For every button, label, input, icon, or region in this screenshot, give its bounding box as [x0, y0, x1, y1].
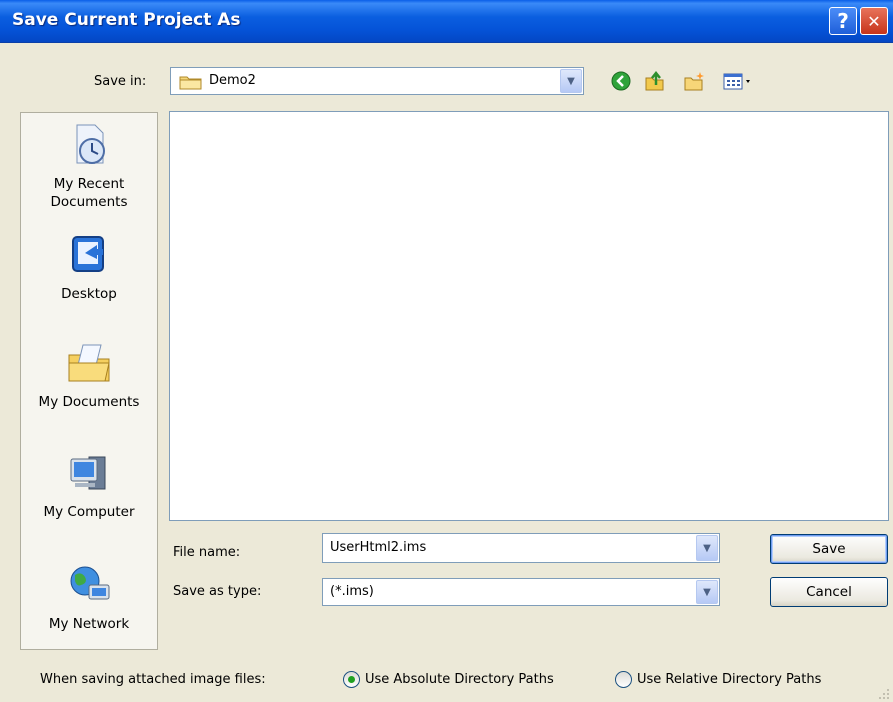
places-bar: My Recent Documents Desktop My Documents	[20, 112, 158, 650]
save-in-label: Save in:	[94, 74, 147, 89]
cancel-button-label: Cancel	[806, 584, 852, 600]
new-folder-icon[interactable]	[683, 70, 705, 92]
place-label: My Recent	[53, 176, 125, 192]
image-paths-label: When saving attached image files:	[40, 672, 266, 687]
my-network-icon	[70, 566, 110, 600]
up-folder-icon[interactable]	[644, 70, 666, 92]
window-title: Save Current Project As	[12, 10, 241, 30]
save-in-dropdown[interactable]: Demo2 ▼	[170, 67, 584, 95]
place-my-computer[interactable]: My Computer	[21, 449, 157, 521]
close-button[interactable]: ✕	[860, 7, 888, 35]
radio-selected-dot	[348, 676, 355, 683]
resize-grip-icon[interactable]	[878, 688, 890, 700]
save-in-value: Demo2	[209, 73, 256, 88]
save-button[interactable]: Save	[770, 534, 888, 564]
file-list[interactable]	[169, 111, 889, 521]
file-name-input[interactable]: UserHtml2.ims ▼	[322, 533, 720, 563]
my-computer-icon	[70, 456, 106, 490]
recent-documents-icon	[76, 124, 105, 164]
place-desktop[interactable]: Desktop	[21, 231, 157, 303]
place-my-recent-documents[interactable]: My Recent Documents	[21, 121, 157, 211]
save-as-type-dropdown-button[interactable]: ▼	[696, 580, 718, 604]
chevron-down-icon: ▼	[703, 542, 711, 554]
chevron-down-icon: ▼	[703, 586, 711, 598]
view-menu-icon[interactable]	[722, 70, 756, 92]
place-label: My Computer	[43, 504, 135, 520]
absolute-paths-label[interactable]: Use Absolute Directory Paths	[365, 672, 554, 687]
my-documents-icon	[68, 344, 110, 382]
help-button[interactable]: ?	[829, 7, 857, 35]
place-label: Desktop	[61, 286, 117, 302]
save-as-type-value: (*.ims)	[330, 584, 374, 599]
back-icon[interactable]	[610, 70, 632, 92]
relative-paths-radio[interactable]	[615, 671, 632, 688]
save-project-dialog: Save Current Project As ? ✕ Save in: Dem…	[0, 0, 893, 702]
place-label: My Documents	[38, 394, 140, 410]
close-icon: ✕	[867, 11, 881, 31]
file-name-label: File name:	[173, 545, 241, 560]
save-as-type-dropdown[interactable]: (*.ims) ▼	[322, 578, 720, 606]
file-name-dropdown-button[interactable]: ▼	[696, 535, 718, 561]
chevron-down-icon: ▼	[567, 75, 575, 87]
folder-icon	[179, 76, 202, 90]
place-my-network[interactable]: My Network	[21, 561, 157, 633]
place-my-documents[interactable]: My Documents	[21, 339, 157, 411]
help-icon: ?	[837, 9, 849, 33]
file-name-value: UserHtml2.ims	[330, 540, 427, 555]
desktop-icon	[72, 236, 104, 272]
save-button-label: Save	[812, 541, 846, 557]
place-label: My Network	[48, 616, 130, 632]
place-label: Documents	[50, 194, 128, 210]
save-as-type-label: Save as type:	[173, 584, 262, 599]
cancel-button[interactable]: Cancel	[770, 577, 888, 607]
absolute-paths-radio[interactable]	[343, 671, 360, 688]
title-bar[interactable]: Save Current Project As ? ✕	[0, 0, 893, 43]
save-in-dropdown-button[interactable]: ▼	[560, 69, 582, 93]
relative-paths-label[interactable]: Use Relative Directory Paths	[637, 672, 821, 687]
